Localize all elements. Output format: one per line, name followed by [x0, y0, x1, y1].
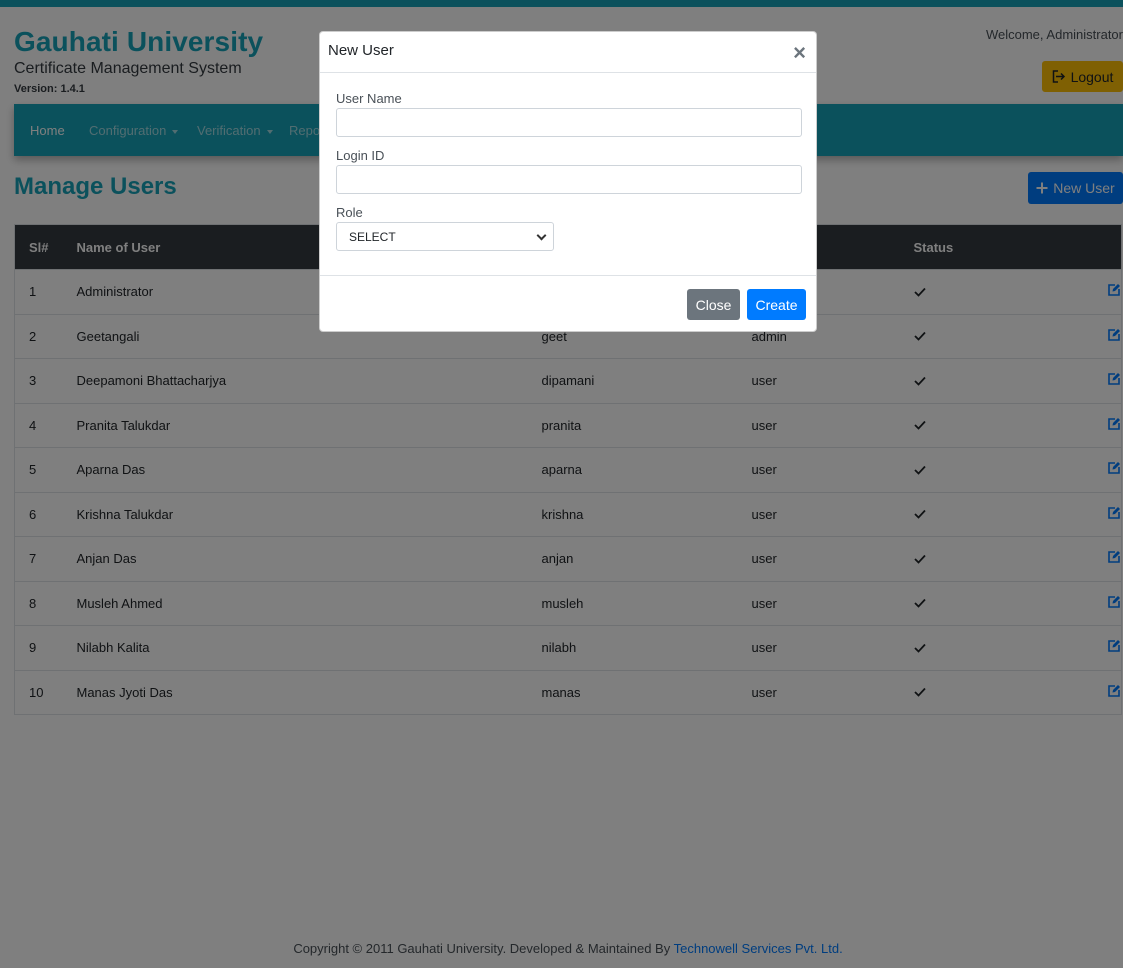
role-label: Role	[336, 205, 363, 220]
modal-title: New User	[328, 42, 394, 59]
modal-body: User Name Login ID Role SELECT	[320, 73, 816, 276]
role-select-value: SELECT	[349, 229, 396, 244]
user-name-label: User Name	[336, 91, 402, 106]
login-id-label: Login ID	[336, 148, 385, 163]
modal-header: New User ×	[320, 32, 816, 73]
chevron-down-icon	[536, 230, 547, 241]
create-button[interactable]: Create	[747, 289, 806, 320]
role-select[interactable]: SELECT	[336, 222, 554, 251]
new-user-modal: New User × User Name Login ID Role SELEC…	[319, 31, 817, 332]
close-button[interactable]: Close	[687, 289, 740, 320]
close-icon[interactable]: ×	[793, 42, 806, 64]
modal-footer: Close Create	[320, 275, 816, 331]
login-id-input[interactable]	[336, 165, 802, 194]
user-name-input[interactable]	[336, 108, 802, 137]
